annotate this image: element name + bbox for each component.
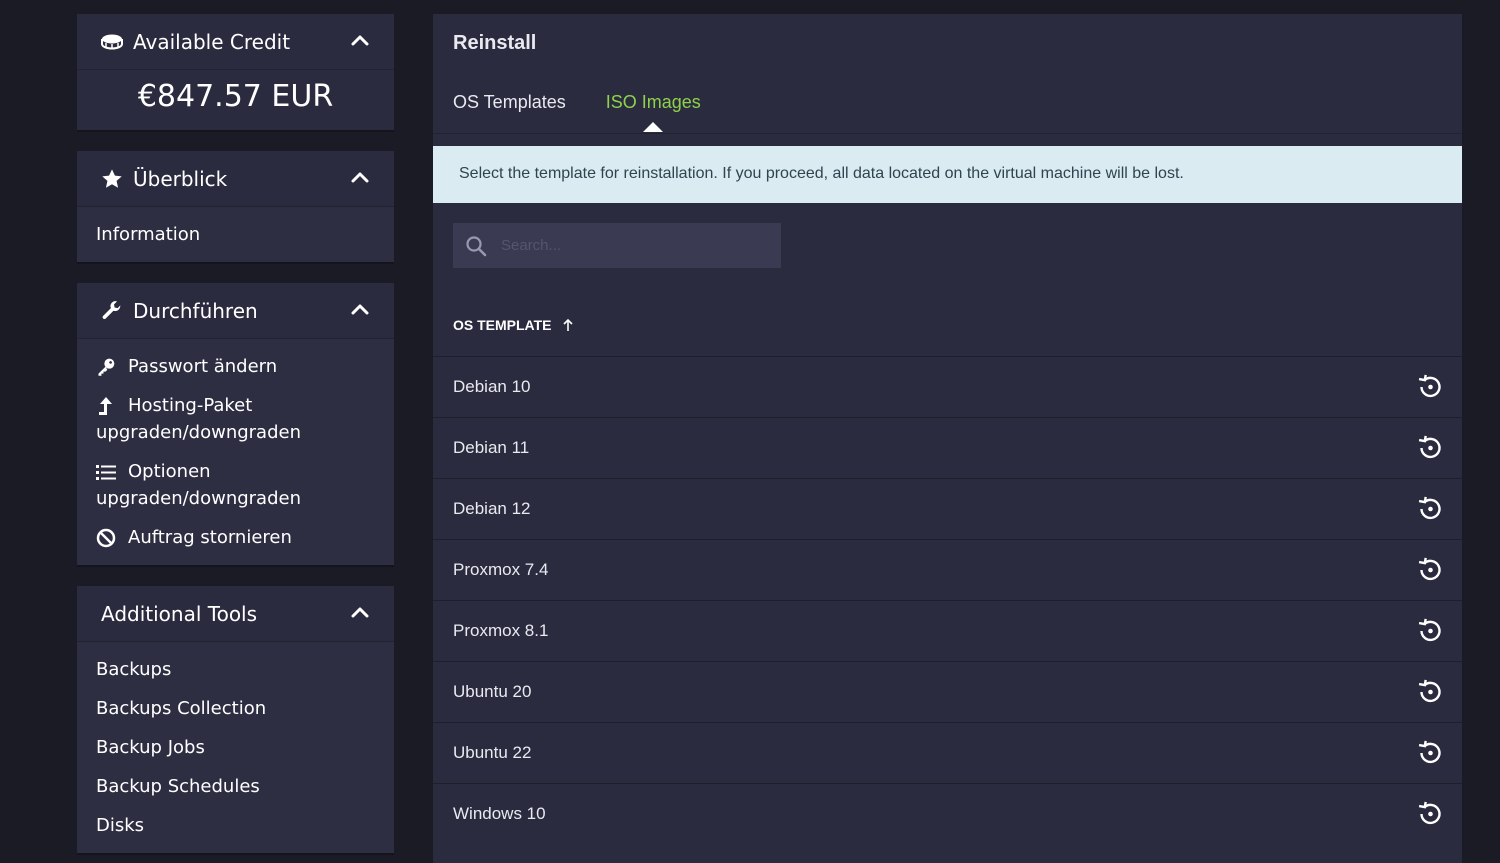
chevron-up-icon[interactable] bbox=[350, 168, 370, 188]
tab-os-templates[interactable]: OS Templates bbox=[453, 92, 566, 113]
tab-iso-images[interactable]: ISO Images bbox=[605, 92, 701, 132]
sidebar-item-upgrade-options[interactable]: Optionen upgraden/downgraden bbox=[77, 452, 394, 518]
overview-panel-body: Information bbox=[77, 207, 394, 262]
table-row: Proxmox 7.4 bbox=[433, 539, 1462, 600]
sort-ascending-icon bbox=[562, 318, 573, 331]
chevron-up-icon[interactable] bbox=[350, 300, 370, 320]
alert-text: Select the template for reinstallation. … bbox=[459, 165, 1184, 182]
chevron-up-icon[interactable] bbox=[350, 603, 370, 623]
table-row: Proxmox 8.1 bbox=[433, 600, 1462, 661]
credit-panel: Available Credit €847.57 EUR bbox=[77, 14, 394, 130]
sidebar-item-backup-jobs[interactable]: Backup Jobs bbox=[77, 728, 394, 767]
sidebar-item-label: Backup Schedules bbox=[96, 776, 260, 797]
template-name: Proxmox 7.4 bbox=[453, 560, 549, 579]
tools-panel-header[interactable]: Additional Tools bbox=[77, 586, 394, 642]
sidebar-item-label: Backup Jobs bbox=[96, 737, 205, 758]
template-name: Windows 10 bbox=[453, 804, 546, 823]
template-name: Debian 11 bbox=[453, 438, 530, 457]
sidebar-item-label: Auftrag stornieren bbox=[128, 527, 292, 548]
reinstall-icon[interactable] bbox=[1416, 373, 1444, 401]
reinstall-icon[interactable] bbox=[1416, 678, 1444, 706]
tab-label: OS Templates bbox=[453, 92, 566, 112]
credit-panel-header[interactable]: Available Credit bbox=[77, 14, 394, 70]
star-icon bbox=[101, 168, 123, 190]
overview-panel-title: Überblick bbox=[133, 166, 228, 191]
credit-amount: €847.57 EUR bbox=[137, 79, 334, 114]
credit-panel-title: Available Credit bbox=[133, 29, 291, 54]
column-header-os-template[interactable]: OS TEMPLATE bbox=[453, 317, 574, 333]
sidebar-item-label: Optionen upgraden/downgraden bbox=[96, 461, 301, 509]
info-alert: Select the template for reinstallation. … bbox=[433, 146, 1462, 203]
overview-panel: Überblick Information bbox=[77, 151, 394, 262]
active-tab-caret-icon bbox=[643, 122, 664, 132]
table-row: Debian 10 bbox=[433, 356, 1462, 417]
overview-panel-header[interactable]: Überblick bbox=[77, 151, 394, 207]
tools-panel-title: Additional Tools bbox=[101, 601, 258, 626]
arrow-up-icon bbox=[96, 392, 118, 419]
sidebar-item-backup-schedules[interactable]: Backup Schedules bbox=[77, 767, 394, 806]
table-row: Windows 10 bbox=[433, 783, 1462, 844]
table-row: Ubuntu 20 bbox=[433, 661, 1462, 722]
table-row: Debian 12 bbox=[433, 478, 1462, 539]
sidebar-item-label: Information bbox=[96, 224, 201, 245]
ban-icon bbox=[96, 524, 118, 551]
actions-panel-header[interactable]: Durchführen bbox=[77, 283, 394, 339]
coins-icon bbox=[101, 31, 123, 53]
reinstall-icon[interactable] bbox=[1416, 495, 1444, 523]
table-row: Ubuntu 22 bbox=[433, 722, 1462, 783]
reinstall-icon[interactable] bbox=[1416, 800, 1444, 828]
tools-panel-body: Backups Backups Collection Backup Jobs B… bbox=[77, 642, 394, 853]
sidebar-item-cancel-order[interactable]: Auftrag stornieren bbox=[77, 518, 394, 557]
search-box bbox=[453, 223, 781, 268]
tab-label: ISO Images bbox=[605, 92, 701, 112]
search-icon bbox=[466, 235, 487, 256]
sidebar-item-backups[interactable]: Backups bbox=[77, 650, 394, 689]
actions-panel: Durchführen Passwort ändern Hosting-Pake… bbox=[77, 283, 394, 565]
chevron-up-icon[interactable] bbox=[350, 31, 370, 51]
template-list: Debian 10 Debian 11 Debian 12 Proxmox 7.… bbox=[433, 356, 1462, 844]
sidebar-item-label: Passwort ändern bbox=[128, 356, 278, 377]
sidebar-item-disks[interactable]: Disks bbox=[77, 806, 394, 845]
reinstall-icon[interactable] bbox=[1416, 739, 1444, 767]
sidebar: Available Credit €847.57 EUR Überblick I… bbox=[77, 14, 394, 863]
table-row: Debian 11 bbox=[433, 417, 1462, 478]
column-header-label: OS TEMPLATE bbox=[453, 317, 552, 333]
sidebar-item-label: Backups bbox=[96, 659, 172, 680]
list-icon bbox=[96, 458, 118, 485]
reinstall-icon[interactable] bbox=[1416, 617, 1444, 645]
template-name: Ubuntu 20 bbox=[453, 682, 532, 701]
actions-panel-title: Durchführen bbox=[133, 298, 258, 323]
sidebar-item-backups-collection[interactable]: Backups Collection bbox=[77, 689, 394, 728]
sidebar-item-upgrade-package[interactable]: Hosting-Paket upgraden/downgraden bbox=[77, 386, 394, 452]
wrench-icon bbox=[101, 300, 123, 322]
key-icon bbox=[96, 353, 118, 380]
reinstall-panel: Reinstall OS Templates ISO Images Select… bbox=[433, 14, 1462, 863]
reinstall-icon[interactable] bbox=[1416, 434, 1444, 462]
tools-panel: Additional Tools Backups Backups Collect… bbox=[77, 586, 394, 853]
search-input[interactable] bbox=[501, 237, 761, 254]
actions-panel-body: Passwort ändern Hosting-Paket upgraden/d… bbox=[77, 339, 394, 565]
reinstall-icon[interactable] bbox=[1416, 556, 1444, 584]
sidebar-item-information[interactable]: Information bbox=[77, 215, 394, 254]
sidebar-item-label: Disks bbox=[96, 815, 145, 836]
tabs: OS Templates ISO Images bbox=[453, 92, 741, 132]
template-name: Proxmox 8.1 bbox=[453, 621, 549, 640]
template-name: Ubuntu 22 bbox=[453, 743, 532, 762]
template-name: Debian 10 bbox=[453, 377, 531, 396]
sidebar-item-label: Backups Collection bbox=[96, 698, 267, 719]
page-title: Reinstall bbox=[453, 32, 537, 54]
sidebar-item-label: Hosting-Paket upgraden/downgraden bbox=[96, 395, 301, 443]
tabs-divider bbox=[433, 133, 1462, 134]
sidebar-item-change-password[interactable]: Passwort ändern bbox=[77, 347, 394, 386]
template-name: Debian 12 bbox=[453, 499, 531, 518]
